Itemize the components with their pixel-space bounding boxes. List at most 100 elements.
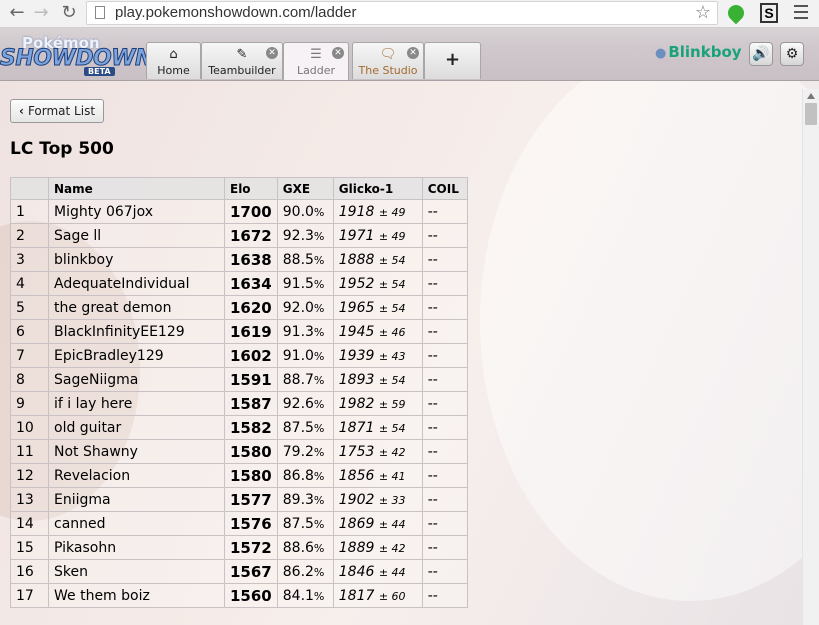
gxe-value: 87.5 bbox=[282, 515, 314, 532]
glicko-deviation: ± 49 bbox=[378, 229, 406, 243]
showdown-logo[interactable]: Pokémon SHOWDOWN! BETA bbox=[0, 32, 163, 76]
glicko-value: 1965 bbox=[338, 299, 375, 316]
player-name[interactable]: AdequateIndividual bbox=[48, 271, 225, 296]
gxe-cell: 91.3% bbox=[276, 319, 334, 344]
glicko-value: 1889 bbox=[338, 539, 375, 556]
glicko-value: 1846 bbox=[338, 563, 375, 580]
table-row: 11 Not Shawny 1580 79.2% 1753 ± 42 -- bbox=[10, 439, 468, 464]
coil-cell: -- bbox=[421, 583, 468, 608]
glicko-value: 1982 bbox=[338, 395, 375, 412]
scrollbar[interactable] bbox=[802, 89, 819, 625]
player-name[interactable]: BlackInfinityEE129 bbox=[48, 319, 225, 344]
rank-cell: 7 bbox=[10, 343, 49, 368]
player-name[interactable]: Revelacion bbox=[48, 463, 225, 488]
percent-sign: % bbox=[313, 205, 325, 219]
gxe-value: 87.5 bbox=[282, 419, 314, 436]
player-name[interactable]: Eniigma bbox=[48, 487, 225, 512]
table-row: 9 if i lay here 1587 92.6% 1982 ± 59 -- bbox=[10, 391, 468, 416]
extension-s-icon[interactable]: S bbox=[760, 3, 778, 23]
username[interactable]: Blinkboy bbox=[668, 43, 741, 61]
player-name[interactable]: blinkboy bbox=[48, 247, 225, 272]
player-name[interactable]: Mighty 067jox bbox=[48, 199, 225, 224]
menu-icon[interactable] bbox=[794, 5, 808, 23]
scroll-thumb[interactable] bbox=[805, 103, 817, 125]
glicko-cell: 1939 ± 43 bbox=[332, 343, 423, 368]
close-icon[interactable]: ✕ bbox=[332, 47, 344, 59]
back-arrow-icon[interactable]: ← bbox=[6, 2, 28, 24]
percent-sign: % bbox=[313, 301, 325, 315]
table-row: 3 blinkboy 1638 88.5% 1888 ± 54 -- bbox=[10, 247, 468, 272]
gxe-cell: 88.7% bbox=[276, 367, 334, 392]
gxe-value: 89.3 bbox=[282, 491, 314, 508]
tab-ladder[interactable]: ☰ Ladder ✕ bbox=[283, 42, 349, 80]
player-name[interactable]: canned bbox=[48, 511, 225, 536]
gxe-value: 88.7 bbox=[282, 371, 314, 388]
player-name[interactable]: Not Shawny bbox=[48, 439, 225, 464]
rank-cell: 15 bbox=[10, 535, 49, 560]
extension-leaf-icon[interactable] bbox=[724, 1, 748, 25]
table-row: 16 Sken 1567 86.2% 1846 ± 44 -- bbox=[10, 559, 468, 584]
gxe-value: 91.0 bbox=[282, 347, 314, 364]
elo-cell: 1587 bbox=[224, 391, 278, 416]
percent-sign: % bbox=[313, 541, 325, 555]
elo-cell: 1577 bbox=[224, 487, 278, 512]
percent-sign: % bbox=[313, 229, 325, 243]
star-icon[interactable]: ☆ bbox=[695, 2, 711, 23]
percent-sign: % bbox=[313, 517, 325, 531]
gxe-cell: 92.3% bbox=[276, 223, 334, 248]
glicko-deviation: ± 44 bbox=[378, 565, 406, 579]
player-name[interactable]: the great demon bbox=[48, 295, 225, 320]
forward-arrow-icon[interactable]: → bbox=[30, 2, 52, 24]
player-name[interactable]: SageNiigma bbox=[48, 367, 225, 392]
gxe-value: 88.6 bbox=[282, 539, 314, 556]
percent-sign: % bbox=[313, 445, 325, 459]
table-row: 8 SageNiigma 1591 88.7% 1893 ± 54 -- bbox=[10, 367, 468, 392]
elo-cell: 1619 bbox=[224, 319, 278, 344]
glicko-value: 1856 bbox=[338, 467, 375, 484]
column-header-elo: Elo bbox=[224, 177, 278, 200]
tab-teambuilder[interactable]: ✎ Teambuilder ✕ bbox=[201, 42, 283, 79]
coil-cell: -- bbox=[421, 391, 468, 416]
url-text[interactable]: play.pokemonshowdown.com/ladder bbox=[115, 4, 357, 21]
coil-cell: -- bbox=[421, 559, 468, 584]
glicko-cell: 1902 ± 33 bbox=[332, 487, 423, 512]
player-name[interactable]: EpicBradley129 bbox=[48, 343, 225, 368]
reload-icon[interactable]: ↻ bbox=[58, 2, 80, 24]
page-icon bbox=[95, 6, 105, 19]
scroll-up-arrow-icon[interactable] bbox=[807, 93, 815, 99]
format-list-button[interactable]: ‹ Format List bbox=[10, 99, 105, 123]
new-tab-button[interactable]: + bbox=[424, 42, 481, 79]
column-header-coil: COIL bbox=[421, 177, 468, 200]
player-name[interactable]: We them boiz bbox=[48, 583, 225, 608]
glicko-value: 1971 bbox=[338, 227, 375, 244]
settings-button[interactable]: ⚙ bbox=[780, 42, 804, 66]
player-name[interactable]: Sken bbox=[48, 559, 225, 584]
coil-cell: -- bbox=[421, 487, 468, 512]
chevron-left-icon: ‹ bbox=[19, 104, 24, 118]
player-name[interactable]: if i lay here bbox=[48, 391, 225, 416]
glicko-cell: 1945 ± 46 bbox=[332, 319, 423, 344]
address-bar[interactable]: play.pokemonshowdown.com/ladder ☆ bbox=[86, 1, 718, 25]
player-name[interactable]: old guitar bbox=[48, 415, 225, 440]
gxe-cell: 84.1% bbox=[276, 583, 334, 608]
close-icon[interactable]: ✕ bbox=[407, 47, 419, 59]
sound-button[interactable]: 🔊 bbox=[749, 42, 773, 66]
player-name[interactable]: Pikasohn bbox=[48, 535, 225, 560]
user-menu[interactable]: ● Blinkboy bbox=[655, 43, 742, 61]
tab-the-studio[interactable]: 🗨 The Studio ✕ bbox=[352, 42, 424, 79]
rank-cell: 3 bbox=[10, 247, 49, 272]
close-icon[interactable]: ✕ bbox=[266, 47, 278, 59]
glicko-deviation: ± 49 bbox=[378, 205, 406, 219]
gxe-cell: 88.6% bbox=[276, 535, 334, 560]
coil-cell: -- bbox=[421, 319, 468, 344]
rank-cell: 12 bbox=[10, 463, 49, 488]
percent-sign: % bbox=[313, 253, 325, 267]
table-row: 14 canned 1576 87.5% 1869 ± 44 -- bbox=[10, 511, 468, 536]
tab-home[interactable]: ⌂ Home bbox=[146, 42, 201, 79]
table-row: 15 Pikasohn 1572 88.6% 1889 ± 42 -- bbox=[10, 535, 468, 560]
gxe-cell: 87.5% bbox=[276, 415, 334, 440]
elo-cell: 1567 bbox=[224, 559, 278, 584]
player-name[interactable]: Sage ll bbox=[48, 223, 225, 248]
glicko-value: 1888 bbox=[338, 251, 375, 268]
percent-sign: % bbox=[313, 589, 325, 603]
